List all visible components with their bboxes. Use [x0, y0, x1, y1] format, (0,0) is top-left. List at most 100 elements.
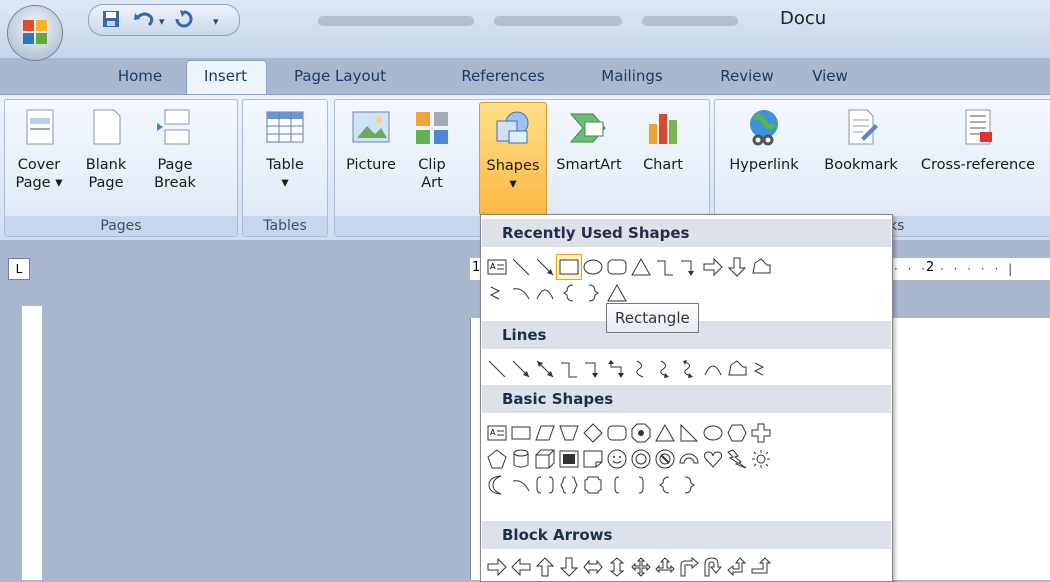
- octagon-shape[interactable]: [629, 421, 653, 445]
- smiley-face-shape[interactable]: [605, 447, 629, 471]
- smartart-button[interactable]: SmartArt: [549, 108, 629, 174]
- chart-button[interactable]: Chart: [633, 108, 693, 174]
- diamond-shape[interactable]: [581, 421, 605, 445]
- triangle-shape[interactable]: [653, 421, 677, 445]
- elbow-connector-shape[interactable]: [557, 357, 581, 381]
- bent-arrow-shape[interactable]: [677, 555, 701, 579]
- double-bracket-shape[interactable]: [533, 473, 557, 497]
- rounded-rectangle-shape[interactable]: [605, 255, 629, 279]
- left-brace-shape[interactable]: [557, 281, 581, 305]
- elbow-connector-shape[interactable]: [653, 255, 677, 279]
- lightning-bolt-shape[interactable]: [725, 447, 749, 471]
- sun-shape[interactable]: [749, 447, 773, 471]
- tab-references[interactable]: References: [448, 62, 558, 94]
- left-brace-shape[interactable]: [653, 473, 677, 497]
- shapes-button[interactable]: Shapes ▾: [479, 102, 547, 216]
- customize-toolbar-icon[interactable]: ▾: [213, 11, 219, 33]
- triangle-shape[interactable]: [605, 281, 629, 305]
- tab-home[interactable]: Home: [110, 62, 170, 94]
- hyperlink-button[interactable]: Hyperlink: [715, 108, 813, 174]
- left-arrow-shape[interactable]: [509, 555, 533, 579]
- folded-corner-shape[interactable]: [581, 447, 605, 471]
- right-arrow-shape[interactable]: [485, 555, 509, 579]
- curved-arrow-connector-shape[interactable]: [653, 357, 677, 381]
- freeform-shape[interactable]: [725, 357, 749, 381]
- left-up-arrow-shape[interactable]: [725, 555, 749, 579]
- right-arrow-shape[interactable]: [701, 255, 725, 279]
- line-shape[interactable]: [485, 357, 509, 381]
- pentagon-shape[interactable]: [485, 447, 509, 471]
- up-arrow-shape[interactable]: [533, 555, 557, 579]
- text-box-shape[interactable]: A: [485, 421, 509, 445]
- triangle-shape[interactable]: [629, 255, 653, 279]
- scribble-shape[interactable]: [485, 281, 509, 305]
- rectangle-shape[interactable]: [556, 254, 582, 280]
- trapezoid-shape[interactable]: [557, 421, 581, 445]
- u-turn-arrow-shape[interactable]: [701, 555, 725, 579]
- right-triangle-shape[interactable]: [677, 421, 701, 445]
- elbow-arrow-connector-shape[interactable]: [581, 357, 605, 381]
- parallelogram-shape[interactable]: [533, 421, 557, 445]
- down-arrow-shape[interactable]: [725, 255, 749, 279]
- double-arrow-line-shape[interactable]: [533, 357, 557, 381]
- vertical-ruler[interactable]: [22, 306, 42, 580]
- up-down-arrow-shape[interactable]: [605, 555, 629, 579]
- plaque-shape[interactable]: [581, 473, 605, 497]
- double-brace-shape[interactable]: [557, 473, 581, 497]
- quad-arrow-shape[interactable]: [629, 555, 653, 579]
- arrow-line-shape[interactable]: [509, 357, 533, 381]
- tab-mailings[interactable]: Mailings: [584, 62, 680, 94]
- elbow-double-arrow-connector-shape[interactable]: [605, 357, 629, 381]
- rounded-rectangle-shape[interactable]: [605, 421, 629, 445]
- right-bracket-shape[interactable]: [629, 473, 653, 497]
- moon-shape[interactable]: [485, 473, 509, 497]
- left-bracket-shape[interactable]: [605, 473, 629, 497]
- rectangle-shape[interactable]: [509, 421, 533, 445]
- tab-insert[interactable]: Insert: [186, 62, 265, 94]
- left-right-up-arrow-shape[interactable]: [653, 555, 677, 579]
- office-button[interactable]: [8, 6, 62, 60]
- save-icon[interactable]: [101, 9, 121, 29]
- bookmark-button[interactable]: Bookmark: [815, 108, 907, 174]
- can-shape[interactable]: [509, 447, 533, 471]
- scribble-shape[interactable]: [749, 357, 773, 381]
- bevel-shape[interactable]: [557, 447, 581, 471]
- line-shape[interactable]: [509, 255, 533, 279]
- tab-review[interactable]: Review: [712, 62, 782, 94]
- tab-view[interactable]: View: [800, 62, 860, 94]
- text-box-shape[interactable]: A: [485, 255, 509, 279]
- right-brace-shape[interactable]: [677, 473, 701, 497]
- plus-shape[interactable]: [749, 421, 773, 445]
- no-symbol-shape[interactable]: [653, 447, 677, 471]
- block-arc-shape[interactable]: [677, 447, 701, 471]
- oval-shape[interactable]: [581, 255, 605, 279]
- cube-shape[interactable]: [533, 447, 557, 471]
- bent-up-arrow-shape[interactable]: [749, 555, 773, 579]
- arrow-line-shape[interactable]: [533, 255, 557, 279]
- right-brace-shape[interactable]: [581, 281, 605, 305]
- arc-shape[interactable]: [701, 357, 725, 381]
- hexagon-shape[interactable]: [725, 421, 749, 445]
- heart-shape[interactable]: [701, 447, 725, 471]
- page-break-button[interactable]: Page Break: [145, 108, 205, 192]
- cover-page-button[interactable]: Cover Page ▾: [9, 108, 69, 192]
- left-right-arrow-shape[interactable]: [581, 555, 605, 579]
- donut-shape[interactable]: [629, 447, 653, 471]
- picture-button[interactable]: Picture: [339, 108, 403, 174]
- curved-connector-shape[interactable]: [629, 357, 653, 381]
- clip-art-button[interactable]: Clip Art: [409, 108, 455, 192]
- curved-double-arrow-connector-shape[interactable]: [677, 357, 701, 381]
- chevron-down-icon[interactable]: ▾: [159, 11, 165, 33]
- undo-icon[interactable]: [133, 9, 155, 29]
- elbow-arrow-connector-shape[interactable]: [677, 255, 701, 279]
- redo-icon[interactable]: [173, 9, 195, 29]
- table-button[interactable]: Table ▾: [255, 108, 315, 192]
- curve-shape[interactable]: [509, 281, 533, 305]
- blank-page-button[interactable]: Blank Page: [81, 108, 131, 192]
- down-arrow-shape[interactable]: [557, 555, 581, 579]
- arc-shape[interactable]: [509, 473, 533, 497]
- cross-reference-button[interactable]: Cross-reference: [911, 108, 1045, 174]
- oval-shape[interactable]: [701, 421, 725, 445]
- tab-page-layout[interactable]: Page Layout: [280, 62, 400, 94]
- arc-shape[interactable]: [533, 281, 557, 305]
